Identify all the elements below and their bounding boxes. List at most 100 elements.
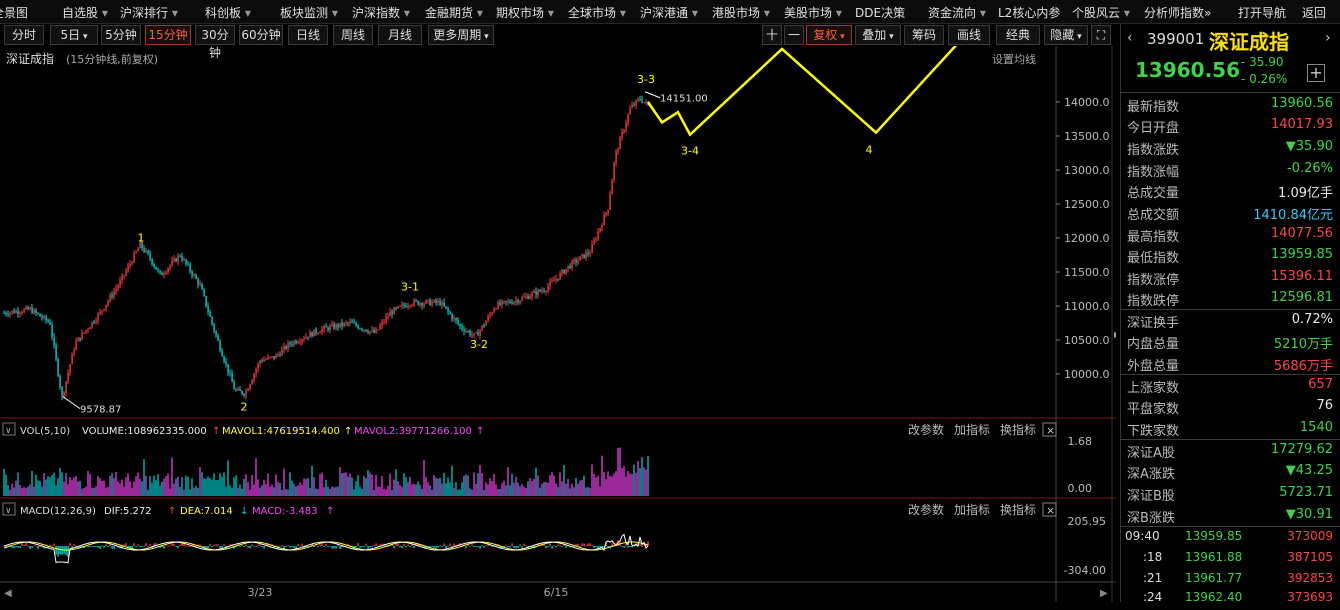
kline-chart[interactable]: 深证成指 (15分钟线,前复权) 设置均线 14000.0 13500.0 13000.0…	[0, 46, 1116, 602]
menu-item-7[interactable]: 期权市场 ▾	[496, 4, 554, 21]
candle-body	[209, 311, 211, 317]
macd-bar	[629, 546, 631, 548]
macd-bar	[167, 545, 169, 547]
quote-row: 深A涨跌 ▼43.25	[1121, 461, 1337, 482]
candle-body	[339, 322, 341, 328]
dropdown-caret-icon: ▾	[328, 6, 338, 20]
menu-item-3[interactable]: 科创板 ▾	[205, 4, 251, 21]
tool-button-7[interactable]: 隐藏 ▾	[1044, 25, 1088, 45]
menu-item-9[interactable]: 沪深港通 ▾	[640, 4, 698, 21]
volume-bar	[15, 480, 17, 496]
macd-bar	[321, 544, 323, 546]
dropdown-caret-icon: ▾	[481, 32, 489, 42]
menu-item-5[interactable]: 沪深指数 ▾	[352, 4, 410, 21]
volume-bar	[153, 475, 155, 496]
candle-body	[327, 327, 329, 331]
macd-bar	[517, 546, 519, 548]
period-tab-3[interactable]: 15分钟	[145, 25, 191, 45]
volume-bar	[457, 489, 459, 496]
volume-bar	[355, 481, 357, 496]
period-tab-2[interactable]: 5分钟	[101, 25, 141, 45]
chart-panel[interactable]: 深证成指 (15分钟线,前复权) 设置均线 14000.0 13500.0 13000.0…	[0, 46, 1116, 602]
candle-body	[419, 303, 421, 305]
tool-button-5[interactable]: 画线	[948, 25, 990, 45]
tool-button-4[interactable]: 筹码	[904, 25, 944, 45]
macd-bar	[127, 546, 129, 548]
menu-item-16[interactable]: 分析师指数»	[1144, 4, 1211, 21]
macd-bar	[257, 544, 259, 546]
menu-item-17[interactable]: 打开导航	[1238, 4, 1286, 21]
candle-body	[581, 254, 583, 257]
menu-item-10[interactable]: 港股市场 ▾	[712, 4, 770, 21]
menu-item-18[interactable]: 返回	[1302, 4, 1326, 21]
add-watchlist-button[interactable]: +	[1307, 64, 1325, 82]
period-tab-1[interactable]: 5日 ▾	[50, 25, 98, 45]
tool-button-1[interactable]: 一	[784, 25, 804, 45]
period-tab-7[interactable]: 周线	[333, 25, 373, 45]
quote-row: 最低指数 13959.85	[1121, 245, 1337, 266]
menu-item-15[interactable]: 个股风云 ▾	[1072, 4, 1130, 21]
macd-bar	[23, 544, 25, 546]
menu-item-2[interactable]: 沪深排行 ▾	[120, 4, 178, 21]
menu-item-8[interactable]: 全球市场 ▾	[568, 4, 626, 21]
quote-row-label: 上涨家数	[1127, 381, 1180, 396]
candle-body	[639, 99, 641, 101]
period-toolbar: 分时 5日 ▾ 5分钟 15分钟 30分钟 60分钟 日线 周线 月线 更多周期 ▾ 十一复权 ▾ 叠…	[0, 24, 1116, 60]
volume-bar	[459, 489, 461, 496]
fullscreen-icon[interactable]: ⛶	[1091, 25, 1111, 45]
volume-bar	[261, 485, 263, 496]
candle-body	[279, 354, 281, 356]
period-tab-4[interactable]: 30分钟	[195, 25, 235, 60]
menu-item-4[interactable]: 板块监测 ▾	[280, 4, 338, 21]
menu-item-1[interactable]: 自选股 ▾	[62, 4, 108, 21]
menu-item-6[interactable]: 金融期货 ▾	[425, 4, 483, 21]
macd-bar	[369, 546, 371, 548]
candle-body	[157, 269, 159, 271]
macd-bar	[295, 546, 297, 549]
candle-body	[229, 372, 231, 374]
volume-bar	[209, 478, 211, 496]
macd-bar	[595, 546, 597, 547]
tool-button-2[interactable]: 复权 ▾	[806, 25, 852, 45]
candle-body	[577, 260, 579, 263]
candle-body	[501, 301, 503, 305]
candle-body	[51, 324, 53, 337]
macd-bar	[521, 546, 523, 548]
macd-bar	[357, 543, 359, 546]
period-tab-8[interactable]: 月线	[378, 25, 422, 45]
macd-bar	[57, 546, 59, 557]
candle-body	[329, 325, 331, 331]
tool-button-3[interactable]: 叠加 ▾	[855, 25, 901, 45]
menu-item-13[interactable]: 资金流向 ▾	[928, 4, 986, 21]
menu-item-0[interactable]: 全景图	[0, 4, 28, 21]
wave-label-3: 3-2	[470, 338, 488, 351]
candle-body	[113, 291, 115, 297]
menu-item-11[interactable]: 美股市场 ▾	[784, 4, 842, 21]
macd-bar	[285, 546, 287, 547]
tool-button-0[interactable]: 十	[762, 25, 782, 45]
volume-bar	[561, 481, 563, 496]
volume-bar	[293, 483, 295, 496]
dropdown-caret-icon: ▾	[473, 6, 483, 20]
tool-button-6[interactable]: 经典	[996, 25, 1040, 45]
candle-body	[449, 311, 451, 315]
period-tab-5[interactable]: 60分钟	[239, 25, 283, 45]
macd-bar	[581, 543, 583, 546]
quote-row-label: 总成交量	[1127, 186, 1180, 201]
next-arrow-icon[interactable]: ›	[1325, 30, 1331, 46]
candle-body	[623, 130, 625, 133]
quote-row-label: 深证B股	[1127, 489, 1175, 504]
candle-body	[335, 324, 337, 329]
volume-bar	[89, 474, 91, 496]
period-tab-6[interactable]: 日线	[288, 25, 328, 45]
menu-item-12[interactable]: DDE决策	[855, 4, 905, 21]
volume-bar	[221, 476, 223, 496]
period-tab-9[interactable]: 更多周期 ▾	[428, 25, 494, 45]
volume-bar	[117, 481, 119, 496]
quote-row: 下跌家数 1540	[1121, 418, 1337, 439]
menu-item-14[interactable]: L2核心内参	[998, 4, 1060, 21]
prev-arrow-icon[interactable]: ‹	[1127, 30, 1133, 46]
candle-body	[597, 231, 599, 240]
period-tab-0[interactable]: 分时	[4, 25, 44, 45]
macd-bar	[505, 544, 507, 546]
